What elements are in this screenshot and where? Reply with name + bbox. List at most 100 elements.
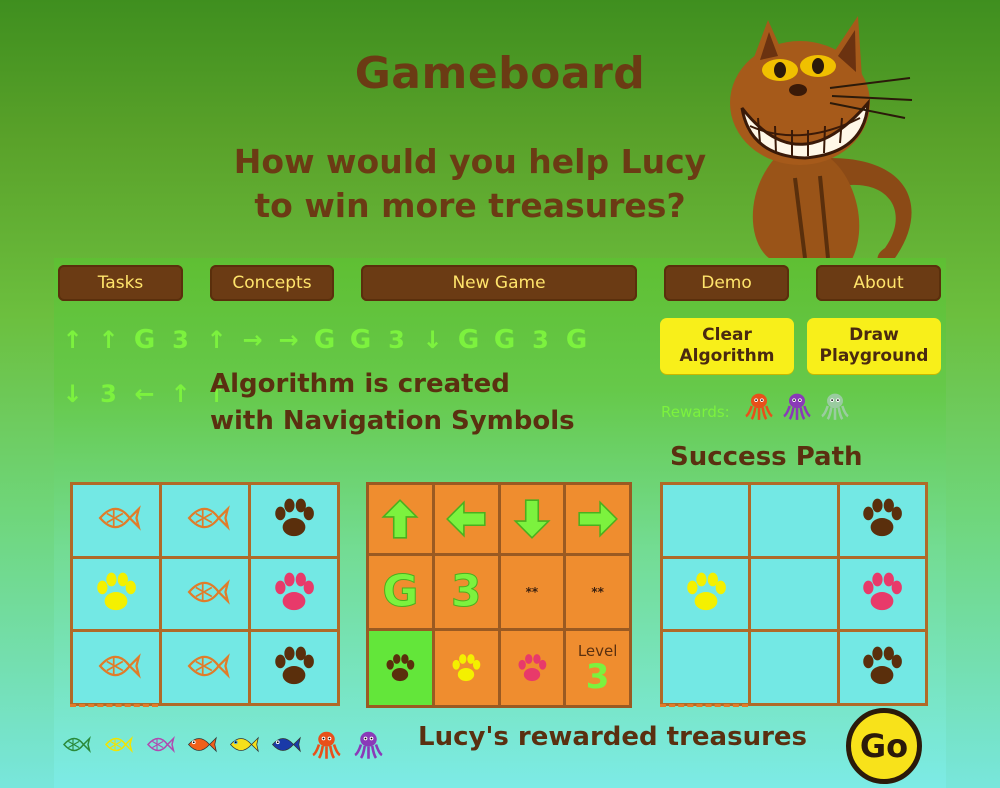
goldfish-icon: [184, 728, 217, 765]
go-button[interactable]: Go: [846, 708, 922, 784]
paw-pink-icon: [857, 567, 907, 621]
draw-playground-line-1: Draw: [849, 325, 899, 345]
grid-cell: [751, 485, 837, 556]
treasures-label: Lucy's rewarded treasures: [418, 722, 808, 752]
algorithm-caption-line-2: with Navigation Symbols: [210, 406, 575, 436]
cat-mascot-icon: [730, 16, 913, 264]
rotate-icon[interactable]: G: [348, 326, 373, 354]
arrow-right-icon[interactable]: →: [276, 326, 301, 354]
arrow-up-icon[interactable]: ↑: [204, 326, 229, 354]
arrow-right-icon[interactable]: [566, 485, 629, 553]
squid-icon: [819, 390, 851, 426]
arrow-down-icon[interactable]: ↓: [420, 326, 445, 354]
rotate-icon[interactable]: G: [312, 326, 337, 354]
arrow-up-icon[interactable]: ↑: [168, 380, 193, 408]
demo-button[interactable]: Demo: [664, 265, 789, 301]
arrow-down-icon[interactable]: [500, 485, 564, 553]
jump-icon[interactable]: 3: [434, 555, 498, 629]
about-button[interactable]: About: [816, 265, 941, 301]
blank-symbol[interactable]: **: [500, 555, 564, 629]
symbols-board: G 3 ** ** Level 3: [366, 482, 632, 708]
jump-icon[interactable]: 3: [384, 326, 409, 354]
arrow-left-icon[interactable]: [434, 485, 498, 553]
clear-algorithm-line-1: Clear: [702, 325, 752, 345]
arrow-down-icon[interactable]: ↓: [60, 380, 85, 408]
fish-outline-icon: [180, 641, 230, 695]
draw-playground-line-2: Playground: [819, 346, 929, 366]
grid-cell: [751, 558, 837, 630]
arrow-up-icon[interactable]: ↑: [60, 326, 85, 354]
level-indicator: Level 3: [566, 631, 629, 705]
paw-brown-icon: [269, 641, 319, 695]
paw-pink-icon[interactable]: [500, 631, 564, 705]
fish-outline-green-icon: [58, 728, 91, 765]
paw-brown-icon[interactable]: [369, 631, 432, 705]
grid-cell[interactable]: [251, 632, 337, 703]
paw-brown-icon: [269, 493, 319, 547]
grid-cell: [663, 485, 749, 556]
algorithm-caption: Algorithm is created with Navigation Sym…: [210, 366, 575, 440]
octopus-icon: [310, 728, 343, 765]
blue-fish-icon: [268, 728, 301, 765]
arrow-up-icon[interactable]: ↑: [96, 326, 121, 354]
jump-icon[interactable]: 3: [96, 380, 121, 408]
clear-algorithm-line-2: Algorithm: [679, 346, 775, 366]
concepts-button[interactable]: Concepts: [210, 265, 334, 301]
grid-cell: [663, 632, 749, 703]
fish-outline-icon: [180, 567, 230, 621]
grid-cell[interactable]: [73, 485, 159, 556]
grid-cell[interactable]: [73, 632, 159, 703]
algorithm-caption-line-1: Algorithm is created: [210, 369, 510, 399]
paw-yellow-icon[interactable]: [434, 631, 498, 705]
fish-outline-icon: [91, 641, 141, 695]
octopus-icon: [743, 390, 775, 426]
jellyfish-icon: [352, 728, 385, 765]
rotate-icon[interactable]: G: [132, 326, 157, 354]
rewards-label: Rewards:: [661, 403, 730, 421]
rotate-icon[interactable]: G: [564, 326, 589, 354]
arrow-right-icon[interactable]: →: [240, 326, 265, 354]
fish-outline-purple-icon: [142, 728, 175, 765]
grid-cell[interactable]: [162, 558, 248, 630]
blank-symbol[interactable]: **: [566, 555, 629, 629]
paw-yellow-icon: [91, 567, 141, 621]
fish-outline-yellow-icon: [100, 728, 133, 765]
paw-pink-icon: [269, 567, 319, 621]
rewards-icons: [743, 390, 851, 426]
new-game-button[interactable]: New Game: [361, 265, 637, 301]
draw-playground-button[interactable]: Draw Playground: [807, 318, 941, 374]
grid-cell: [751, 632, 837, 703]
fish-outline-icon: [180, 493, 230, 547]
grid-cell: [839, 632, 925, 703]
tasks-button[interactable]: Tasks: [58, 265, 183, 301]
grid-cell: [839, 485, 925, 556]
rotate-icon[interactable]: G: [456, 326, 481, 354]
rotate-icon[interactable]: G: [369, 555, 432, 629]
algorithm-symbols-row-1: ↑ ↑ G 3 ↑ → → G G 3 ↓ G G 3 G: [60, 326, 589, 354]
jellyfish-icon: [781, 390, 813, 426]
arrow-left-icon[interactable]: ←: [132, 380, 157, 408]
grid-cell[interactable]: [251, 485, 337, 556]
playground-dashed-edge: [70, 704, 158, 707]
paw-brown-icon: [857, 641, 907, 695]
rotate-icon[interactable]: G: [492, 326, 517, 354]
treasures-strip: [58, 728, 385, 765]
jump-icon[interactable]: 3: [528, 326, 553, 354]
fish-outline-icon: [91, 493, 141, 547]
paw-brown-icon: [857, 493, 907, 547]
arrow-up-icon[interactable]: [369, 485, 432, 553]
algorithm-symbols-row-2: ↓ 3 ← ↑ ↑: [60, 380, 229, 408]
grid-cell[interactable]: [73, 558, 159, 630]
success-path-grid: [660, 482, 928, 706]
jump-icon[interactable]: 3: [168, 326, 193, 354]
success-path-title: Success Path: [670, 442, 863, 472]
yellow-fish-icon: [226, 728, 259, 765]
success-dashed-edge: [660, 704, 748, 707]
grid-cell: [663, 558, 749, 630]
clear-algorithm-button[interactable]: Clear Algorithm: [660, 318, 794, 374]
grid-cell[interactable]: [251, 558, 337, 630]
grid-cell[interactable]: [162, 632, 248, 703]
grid-cell[interactable]: [162, 485, 248, 556]
paw-yellow-icon: [681, 567, 731, 621]
level-value: 3: [585, 657, 610, 698]
